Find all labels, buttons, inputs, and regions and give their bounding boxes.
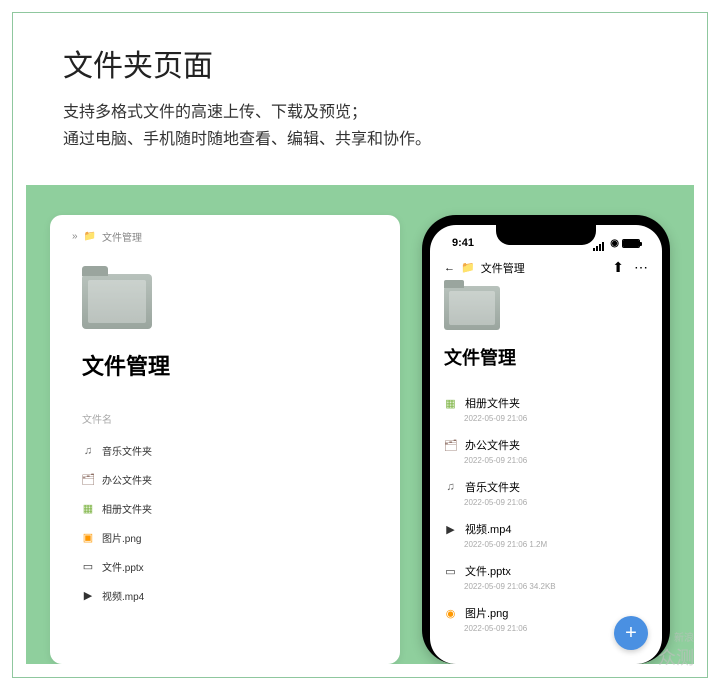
list-item[interactable]: ▶ 视频.mp4 <box>82 581 378 610</box>
phone-screen: 9:41 ◉ ← 📁 文件管理 ⬆ ⋯ <box>430 225 662 664</box>
file-type-icon: ▣ <box>82 532 94 544</box>
file-meta: 2022-05-09 21:06 <box>464 456 648 465</box>
phone-notch <box>496 225 596 245</box>
column-header-name: 文件名 <box>82 411 378 426</box>
desktop-file-list: ♫ 音乐文件夹 🗂 办公文件夹 ▦ 相册文件夹 ▣ 图片.png ▭ 文件.pptx ▶ 视频.mp4 <box>82 436 378 610</box>
file-type-icon: ▦ <box>82 503 94 515</box>
list-item[interactable]: ♫ 音乐文件夹 <box>82 436 378 465</box>
folder-icon: 📁 <box>461 261 475 274</box>
list-item[interactable]: 🗂 办公文件夹 <box>82 465 378 494</box>
main-frame: 文件夹页面 支持多格式文件的高速上传、下载及预览； 通过电脑、手机随时随地查看、… <box>12 12 708 678</box>
folder-hero-icon <box>444 286 500 330</box>
back-icon[interactable]: ← <box>444 262 455 274</box>
file-name: 音乐文件夹 <box>102 443 152 458</box>
wifi-icon: ◉ <box>610 238 619 249</box>
signal-icon <box>593 239 607 248</box>
more-icon[interactable]: ⋯ <box>634 259 648 276</box>
file-type-icon: ▭ <box>82 561 94 573</box>
file-type-icon: 🗂 <box>82 474 94 486</box>
list-item[interactable]: ▶ 视频.mp4 2022-05-09 21:06 1.2M <box>444 514 648 556</box>
showcase-area: » 📁 文件管理 文件管理 文件名 ♫ 音乐文件夹 🗂 办公文件夹 ▦ 相册文件夹 ▣ 图片.… <box>26 185 694 664</box>
battery-icon <box>622 239 640 248</box>
file-type-icon: ♫ <box>444 481 457 494</box>
desktop-mockup: » 📁 文件管理 文件管理 文件名 ♫ 音乐文件夹 🗂 办公文件夹 ▦ 相册文件夹 ▣ 图片.… <box>50 215 400 664</box>
page-title: 文件夹页面 <box>63 41 657 85</box>
status-time: 9:41 <box>452 237 474 249</box>
subtitle-line2: 通过电脑、手机随时随地查看、编辑、共享和协作。 <box>63 126 657 153</box>
list-item[interactable]: ▣ 图片.png <box>82 523 378 552</box>
file-type-icon: ♫ <box>82 445 94 457</box>
file-name: 视频.mp4 <box>102 588 144 603</box>
page-subtitle: 支持多格式文件的高速上传、下载及预览； 通过电脑、手机随时随地查看、编辑、共享和… <box>63 99 657 153</box>
file-meta: 2022-05-09 21:06 1.2M <box>464 540 648 549</box>
list-item[interactable]: ♫ 音乐文件夹 2022-05-09 21:06 <box>444 472 648 514</box>
desktop-title: 文件管理 <box>82 349 378 381</box>
header: 文件夹页面 支持多格式文件的高速上传、下载及预览； 通过电脑、手机随时随地查看、… <box>13 13 707 171</box>
breadcrumb-arrows-icon: » <box>72 231 78 242</box>
file-type-icon: ▭ <box>444 565 457 578</box>
file-name: 相册文件夹 <box>102 501 152 516</box>
file-meta: 2022-05-09 21:06 <box>464 498 648 507</box>
list-item[interactable]: ▭ 文件.pptx <box>82 552 378 581</box>
list-item[interactable]: ▦ 相册文件夹 <box>82 494 378 523</box>
file-meta: 2022-05-09 21:06 <box>464 414 648 423</box>
list-item[interactable]: ▦ 相册文件夹 2022-05-09 21:06 <box>444 388 648 430</box>
phone-file-list: ▦ 相册文件夹 2022-05-09 21:06 🗂 办公文件夹 2022-05-09 2… <box>444 388 648 640</box>
add-button[interactable]: + <box>614 616 648 650</box>
share-icon[interactable]: ⬆ <box>612 259 624 276</box>
file-name: 办公文件夹 <box>465 437 520 453</box>
file-name: 相册文件夹 <box>465 395 520 411</box>
file-meta: 2022-05-09 21:06 34.2KB <box>464 582 648 591</box>
phone-mockup: 9:41 ◉ ← 📁 文件管理 ⬆ ⋯ <box>422 215 670 664</box>
file-name: 视频.mp4 <box>465 521 511 537</box>
file-name: 办公文件夹 <box>102 472 152 487</box>
list-item[interactable]: 🗂 办公文件夹 2022-05-09 21:06 <box>444 430 648 472</box>
list-item[interactable]: ▭ 文件.pptx 2022-05-09 21:06 34.2KB <box>444 556 648 598</box>
file-name: 音乐文件夹 <box>465 479 520 495</box>
breadcrumb-label: 文件管理 <box>102 229 142 244</box>
file-type-icon: ◉ <box>444 607 457 620</box>
file-name: 图片.png <box>102 530 141 545</box>
phone-header: ← 📁 文件管理 ⬆ ⋯ <box>444 259 648 276</box>
file-type-icon: ▶ <box>82 590 94 602</box>
file-name: 文件.pptx <box>465 563 511 579</box>
file-name: 文件.pptx <box>102 559 144 574</box>
file-type-icon: 🗂 <box>444 439 457 452</box>
breadcrumb[interactable]: » 📁 文件管理 <box>72 229 378 244</box>
file-type-icon: ▦ <box>444 397 457 410</box>
file-name: 图片.png <box>465 605 508 621</box>
subtitle-line1: 支持多格式文件的高速上传、下载及预览； <box>63 99 657 126</box>
plus-icon: + <box>625 622 637 645</box>
folder-icon: 📁 <box>84 231 96 242</box>
file-type-icon: ▶ <box>444 523 457 536</box>
folder-hero-icon <box>82 274 152 329</box>
phone-title: 文件管理 <box>444 344 648 370</box>
phone-breadcrumb-label: 文件管理 <box>481 260 525 276</box>
